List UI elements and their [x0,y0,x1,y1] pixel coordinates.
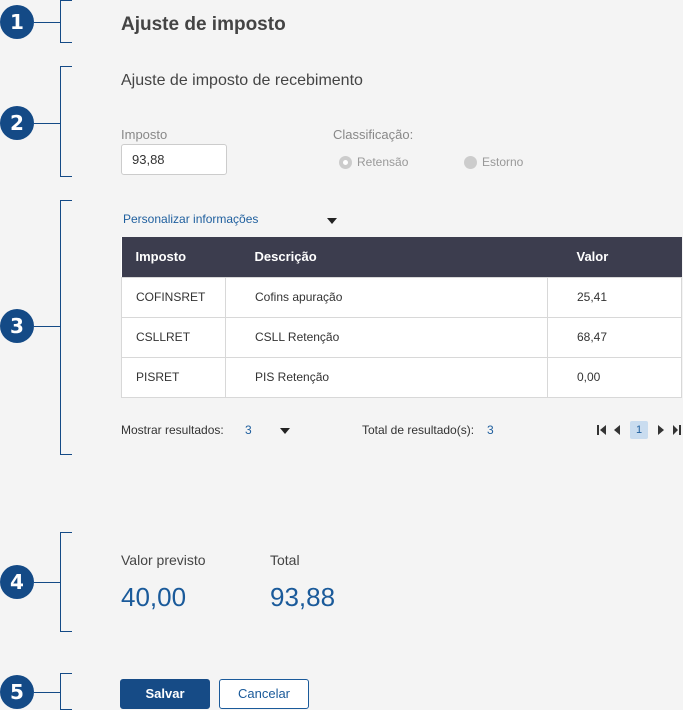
radio-estorno-label: Estorno [482,155,524,169]
valor-previsto-label: Valor previsto [121,552,206,568]
show-results-chevron-down-icon[interactable] [280,428,290,434]
callout-1: 1 [0,5,34,39]
show-results-label: Mostrar resultados: [121,423,224,437]
customize-info-link[interactable]: Personalizar informações [123,212,258,226]
cell-descricao: PIS Retenção [225,356,548,398]
callout-5-connector [34,692,60,693]
column-header-descricao[interactable]: Descrição [225,237,548,277]
valor-previsto-value: 40,00 [121,582,187,612]
classificacao-label: Classificação: [333,127,414,142]
callout-5-bracket [60,673,72,710]
table-row[interactable]: CSLLRET CSLL Retenção 68,47 [121,316,682,358]
cell-valor: 68,47 [547,316,682,358]
column-header-valor[interactable]: Valor [547,237,682,277]
customize-chevron-down-icon[interactable] [327,218,337,224]
table-row[interactable]: PISRET PIS Retenção 0,00 [121,356,682,398]
table-row[interactable]: COFINSRET Cofins apuração 25,41 [121,276,682,318]
cell-descricao: Cofins apuração [225,276,548,318]
total-results-label: Total de resultado(s): [362,423,475,437]
radio-retensao-label: Retensão [357,155,409,169]
show-results-select[interactable]: 3 [245,423,252,437]
cell-valor: 0,00 [547,356,682,398]
radio-selected-icon [339,155,352,169]
cell-imposto: COFINSRET [121,276,226,318]
section-title: Ajuste de imposto de recebimento [121,72,363,89]
next-page-icon[interactable] [656,424,666,436]
cell-imposto: CSLLRET [121,316,226,358]
first-page-icon[interactable] [597,424,607,436]
last-page-icon[interactable] [672,424,681,436]
callout-2-connector [34,123,60,124]
cell-valor: 25,41 [547,276,682,318]
callout-2-bracket [60,66,72,177]
cell-imposto: PISRET [121,356,226,398]
column-header-imposto[interactable]: Imposto [121,237,226,277]
page-number-current[interactable]: 1 [630,421,648,439]
page-title: Ajuste de imposto [121,14,286,35]
callout-5: 5 [0,675,34,709]
callout-2: 2 [0,106,34,140]
callout-4-connector [34,582,60,583]
radio-retensao[interactable]: Retensão [339,155,408,169]
cancel-button[interactable]: Cancelar [219,679,309,709]
previous-page-icon[interactable] [612,424,622,436]
total-value: 93,88 [270,582,336,612]
callout-1-bracket [60,0,72,43]
total-label: Total [270,552,300,568]
imposto-input[interactable]: 93,88 [121,144,227,175]
cell-descricao: CSLL Retenção [225,316,548,358]
callout-4-bracket [60,532,72,632]
callout-1-connector [34,22,60,23]
callout-4: 4 [0,565,34,599]
callout-3: 3 [0,309,34,343]
callout-3-bracket [60,200,72,455]
radio-estorno[interactable]: Estorno [464,155,523,169]
radio-unselected-icon [464,155,477,169]
imposto-label: Imposto [121,127,168,142]
callout-3-connector [34,326,60,327]
total-results-value: 3 [487,423,494,437]
save-button[interactable]: Salvar [120,679,210,709]
table-header-row: Imposto Descrição Valor [121,237,682,277]
tax-table: Imposto Descrição Valor COFINSRET Cofins… [121,237,682,398]
